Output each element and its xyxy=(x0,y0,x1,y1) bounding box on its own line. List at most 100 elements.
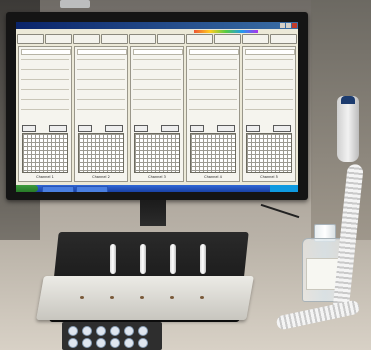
field-row xyxy=(245,69,293,70)
field-row xyxy=(77,99,125,100)
computer-monitor: Channel 1 Channel 2 Channel 3 Channel 4 … xyxy=(6,12,308,211)
sampling-probe xyxy=(110,244,116,274)
taskbar-item[interactable] xyxy=(42,186,74,192)
channel-header-field[interactable] xyxy=(77,49,127,55)
vial xyxy=(124,326,134,336)
channel-header-field[interactable] xyxy=(189,49,239,55)
vial xyxy=(82,338,92,348)
field-row xyxy=(133,69,181,70)
graph-option-button[interactable] xyxy=(190,125,204,132)
sampling-probe xyxy=(170,244,176,274)
barcode-scanner xyxy=(337,96,359,162)
channel-graph xyxy=(134,133,180,173)
channel-caption: Channel 4 xyxy=(204,175,222,179)
toolbar-button-7[interactable] xyxy=(185,34,213,44)
os-taskbar xyxy=(16,185,298,192)
vial xyxy=(96,326,106,336)
vial xyxy=(124,338,134,348)
tray-hole xyxy=(170,296,174,299)
field-row xyxy=(77,69,125,70)
monitor-screen: Channel 1 Channel 2 Channel 3 Channel 4 … xyxy=(16,22,298,192)
field-row xyxy=(77,89,125,90)
lab-scene: Channel 1 Channel 2 Channel 3 Channel 4 … xyxy=(0,0,371,350)
channel-caption: Channel 3 xyxy=(148,175,166,179)
field-row xyxy=(77,109,125,110)
toolbar-button-3[interactable] xyxy=(73,34,101,44)
channel-caption: Channel 5 xyxy=(260,175,278,179)
field-row xyxy=(77,79,125,80)
status-color-bar xyxy=(194,30,258,33)
toolbar-button-8[interactable] xyxy=(213,34,241,44)
tray-hole xyxy=(200,296,204,299)
channel-header-field[interactable] xyxy=(133,49,183,55)
vial xyxy=(138,326,148,336)
graph-range-button[interactable] xyxy=(161,125,179,132)
graph-option-button[interactable] xyxy=(246,125,260,132)
channel-graph xyxy=(22,133,68,173)
channel-panels: Channel 1 Channel 2 Channel 3 Channel 4 … xyxy=(18,46,296,182)
sampling-probe xyxy=(140,244,146,274)
vial xyxy=(138,338,148,348)
toolbar-button-4[interactable] xyxy=(101,34,129,44)
minimize-button[interactable] xyxy=(280,23,285,28)
scanner-head xyxy=(341,96,355,104)
channel-graph xyxy=(246,133,292,173)
vial xyxy=(110,338,120,348)
field-row xyxy=(245,99,293,100)
channel-header-field[interactable] xyxy=(21,49,71,55)
graph-option-button[interactable] xyxy=(78,125,92,132)
instrument-tray xyxy=(36,276,254,320)
field-row xyxy=(21,89,69,90)
graph-option-button[interactable] xyxy=(22,125,36,132)
system-tray xyxy=(270,185,298,192)
vial xyxy=(68,338,78,348)
vial xyxy=(68,326,78,336)
power-cable xyxy=(260,203,300,219)
channel-caption: Channel 2 xyxy=(92,175,110,179)
toolbar-button-10[interactable] xyxy=(269,34,297,44)
channel-header-field[interactable] xyxy=(245,49,295,55)
toolbar-button-9[interactable] xyxy=(241,34,269,44)
field-row xyxy=(21,99,69,100)
maximize-button[interactable] xyxy=(286,23,291,28)
field-row xyxy=(21,79,69,80)
field-row xyxy=(189,109,237,110)
graph-range-button[interactable] xyxy=(105,125,123,132)
channel-panel-5: Channel 5 xyxy=(242,46,296,182)
taskbar-item[interactable] xyxy=(76,186,108,192)
graph-range-button[interactable] xyxy=(217,125,235,132)
field-row xyxy=(245,59,293,60)
start-button[interactable] xyxy=(16,185,38,192)
close-button[interactable] xyxy=(292,23,297,28)
shelf-fixture xyxy=(60,0,90,8)
channel-panel-1: Channel 1 xyxy=(18,46,72,182)
field-row xyxy=(189,79,237,80)
graph-range-button[interactable] xyxy=(273,125,291,132)
graph-option-button[interactable] xyxy=(134,125,148,132)
toolbar-button-6[interactable] xyxy=(157,34,185,44)
field-row xyxy=(189,69,237,70)
field-row xyxy=(133,89,181,90)
field-row xyxy=(21,59,69,60)
field-row xyxy=(21,69,69,70)
tray-hole xyxy=(80,296,84,299)
toolbar-button-2[interactable] xyxy=(45,34,73,44)
channel-graph xyxy=(78,133,124,173)
graph-range-button[interactable] xyxy=(49,125,67,132)
field-row xyxy=(133,79,181,80)
channel-panel-4: Channel 4 xyxy=(186,46,240,182)
channel-graph xyxy=(190,133,236,173)
channel-panel-3: Channel 3 xyxy=(130,46,184,182)
field-row xyxy=(245,89,293,90)
field-row xyxy=(21,109,69,110)
vial xyxy=(96,338,106,348)
field-row xyxy=(189,89,237,90)
field-row xyxy=(189,99,237,100)
toolbar-button-1[interactable] xyxy=(17,34,45,44)
field-row xyxy=(245,109,293,110)
field-row xyxy=(77,59,125,60)
toolbar xyxy=(16,34,298,44)
monitor-stand xyxy=(140,200,166,226)
tray-hole xyxy=(110,296,114,299)
toolbar-button-5[interactable] xyxy=(129,34,157,44)
